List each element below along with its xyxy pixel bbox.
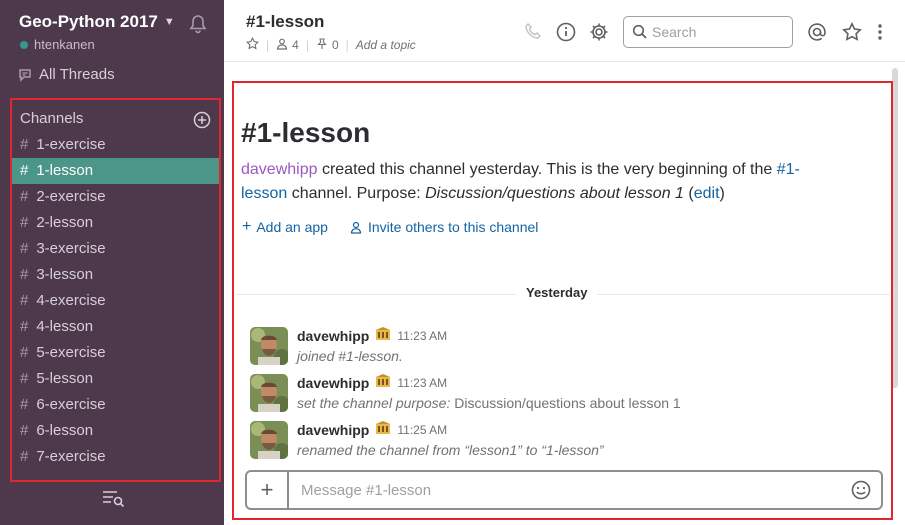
channel-title[interactable]: #1-lesson: [246, 12, 324, 32]
info-icon[interactable]: [556, 22, 576, 47]
sidebar-item-channel[interactable]: #3-exercise: [12, 236, 219, 262]
bell-icon[interactable]: [189, 14, 207, 39]
threads-icon: [19, 68, 31, 82]
sidebar-item-channel[interactable]: #2-exercise: [12, 184, 219, 210]
sidebar-item-channel[interactable]: #5-exercise: [12, 340, 219, 366]
channel-header: #1-lesson | 4 | 0 | Add a topic: [224, 0, 905, 62]
member-count[interactable]: 4: [292, 38, 299, 52]
add-channel-icon[interactable]: [193, 111, 211, 134]
sidebar-item-channel[interactable]: #6-lesson: [12, 418, 219, 444]
hash-icon: #: [20, 370, 29, 387]
workspace-name: Geo-Python 2017: [19, 12, 158, 31]
channel-name: 2-exercise: [36, 188, 106, 205]
sidebar-item-channel[interactable]: #4-lesson: [12, 314, 219, 340]
phone-icon[interactable]: [524, 22, 542, 45]
star-icon[interactable]: [245, 36, 260, 53]
hash-icon: #: [20, 422, 29, 439]
chevron-down-icon: ▼: [163, 16, 175, 28]
quick-switcher-icon[interactable]: [100, 488, 126, 513]
content-highlight: [232, 81, 893, 520]
search-input[interactable]: [652, 24, 782, 40]
meta-separator: |: [345, 38, 349, 52]
channel-name: 6-lesson: [36, 422, 94, 439]
channel-name: 4-exercise: [36, 292, 106, 309]
all-threads-label: All Threads: [39, 66, 115, 83]
channel-list: #1-exercise #1-lesson #2-exercise #2-les…: [12, 132, 219, 470]
search-icon: [632, 24, 647, 39]
username: htenkanen: [34, 37, 95, 52]
channel-name: 1-lesson: [36, 162, 94, 179]
hash-icon: #: [20, 240, 29, 257]
star-icon[interactable]: [842, 21, 862, 47]
channel-name: 4-lesson: [36, 318, 94, 335]
member-icon[interactable]: [276, 38, 288, 53]
channel-name: 5-lesson: [36, 370, 94, 387]
channel-name: 6-exercise: [36, 396, 106, 413]
search-box[interactable]: [623, 16, 793, 48]
pin-icon[interactable]: [316, 37, 328, 53]
sidebar-item-channel[interactable]: #6-exercise: [12, 392, 219, 418]
workspace-menu[interactable]: Geo-Python 2017 ▼: [19, 12, 175, 32]
add-topic-link[interactable]: Add a topic: [356, 38, 416, 52]
channel-name: 3-exercise: [36, 240, 106, 257]
hash-icon: #: [20, 396, 29, 413]
pinned-count[interactable]: 0: [332, 38, 339, 52]
all-threads-link[interactable]: All Threads: [17, 66, 115, 83]
hash-icon: #: [20, 214, 29, 231]
sidebar-item-channel[interactable]: #3-lesson: [12, 262, 219, 288]
hash-icon: #: [20, 188, 29, 205]
channel-name: 7-exercise: [36, 448, 106, 465]
meta-separator: |: [266, 38, 270, 52]
presence-indicator: [20, 40, 28, 49]
sidebar-item-channel[interactable]: #2-lesson: [12, 210, 219, 236]
current-user[interactable]: htenkanen: [20, 37, 95, 52]
channel-name: 2-lesson: [36, 214, 94, 231]
sidebar-item-channel[interactable]: #5-lesson: [12, 366, 219, 392]
more-icon[interactable]: [876, 22, 884, 47]
channel-name: 5-exercise: [36, 344, 106, 361]
sidebar-item-channel[interactable]: #4-exercise: [12, 288, 219, 314]
hash-icon: #: [20, 318, 29, 335]
gear-icon[interactable]: [589, 22, 609, 47]
sidebar-item-channel[interactable]: #7-exercise: [12, 444, 219, 470]
hash-icon: #: [20, 136, 29, 153]
channel-name: 3-lesson: [36, 266, 94, 283]
hash-icon: #: [20, 162, 29, 179]
sidebar-item-channel-active[interactable]: #1-lesson: [12, 158, 219, 184]
sidebar: Geo-Python 2017 ▼ htenkanen All Threads …: [0, 0, 224, 525]
sidebar-item-channel[interactable]: #1-exercise: [12, 132, 219, 158]
hash-icon: #: [20, 266, 29, 283]
channels-header[interactable]: Channels: [20, 110, 83, 127]
hash-icon: #: [20, 344, 29, 361]
hash-icon: #: [20, 448, 29, 465]
hash-icon: #: [20, 292, 29, 309]
mention-icon[interactable]: [807, 22, 827, 47]
meta-separator: |: [305, 38, 309, 52]
channel-meta: | 4 | 0 | Add a topic: [245, 36, 416, 53]
channel-name: 1-exercise: [36, 136, 106, 153]
